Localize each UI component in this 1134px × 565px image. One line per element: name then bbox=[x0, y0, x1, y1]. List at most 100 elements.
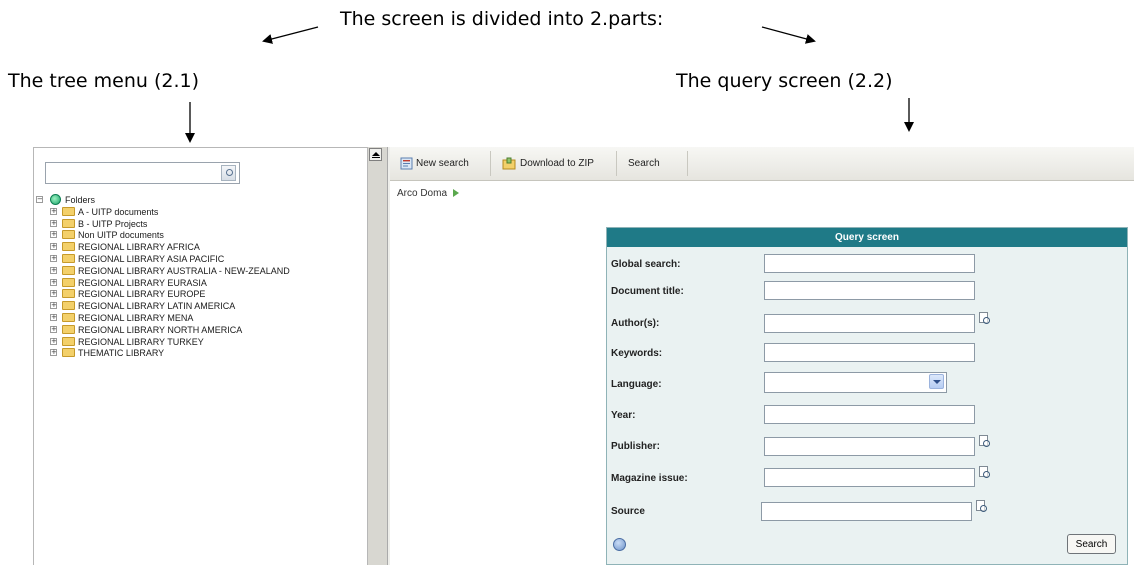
year-label: Year: bbox=[611, 410, 636, 421]
breadcrumb-arrow-icon[interactable] bbox=[453, 189, 460, 197]
expand-icon[interactable]: + bbox=[50, 207, 57, 215]
new-search-icon bbox=[400, 157, 413, 170]
tree-menu-pane: − Folders + A - UITP documents + B - UIT… bbox=[33, 147, 368, 565]
source-input[interactable] bbox=[761, 502, 972, 521]
publisher-input[interactable] bbox=[764, 437, 975, 456]
expand-icon[interactable]: + bbox=[50, 302, 57, 310]
expand-icon[interactable]: + bbox=[50, 337, 57, 345]
global-search-input[interactable] bbox=[764, 254, 975, 273]
authors-lookup-icon[interactable] bbox=[978, 312, 992, 326]
folder-icon bbox=[62, 206, 75, 216]
folder-icon bbox=[62, 277, 75, 287]
tree-item-label: REGIONAL LIBRARY LATIN AMERICA bbox=[78, 301, 236, 312]
tree-item-label: REGIONAL LIBRARY NORTH AMERICA bbox=[78, 324, 243, 335]
tree-item[interactable]: + REGIONAL LIBRARY AUSTRALIA - NEW-ZEALA… bbox=[36, 265, 366, 277]
magazine-issue-label: Magazine issue: bbox=[611, 473, 688, 484]
dropdown-arrow-icon[interactable] bbox=[929, 374, 944, 389]
keywords-input[interactable] bbox=[764, 343, 975, 362]
query-screen-caption: The query screen (2.2) bbox=[676, 70, 893, 92]
toolbar: New search Download to ZIP Search bbox=[390, 147, 1134, 181]
tree-item[interactable]: + THEMATIC LIBRARY bbox=[36, 347, 366, 359]
expand-icon[interactable]: + bbox=[50, 325, 57, 333]
folder-icon bbox=[62, 218, 75, 228]
download-zip-label: Download to ZIP bbox=[520, 158, 594, 169]
intro-caption: The screen is divided into 2.parts: bbox=[340, 8, 664, 30]
expand-icon[interactable]: + bbox=[50, 349, 57, 357]
arrow-right-icon bbox=[761, 26, 816, 44]
arrow-left-icon bbox=[262, 26, 319, 44]
tree-item-label: A - UITP documents bbox=[78, 206, 159, 217]
folder-icon bbox=[62, 242, 75, 252]
tree-item[interactable]: + REGIONAL LIBRARY EURASIA bbox=[36, 277, 366, 289]
collapse-pane-button[interactable] bbox=[369, 148, 382, 161]
magazine-issue-lookup-icon[interactable] bbox=[978, 466, 992, 480]
tree-item-label: REGIONAL LIBRARY MENA bbox=[78, 312, 194, 323]
tree-root-label: Folders bbox=[65, 195, 96, 205]
folder-tree: − Folders + A - UITP documents + B - UIT… bbox=[36, 194, 366, 359]
folder-icon bbox=[62, 301, 75, 311]
query-screen-title: Query screen bbox=[607, 228, 1127, 247]
tree-item[interactable]: + REGIONAL LIBRARY AFRICA bbox=[36, 241, 366, 253]
document-title-input[interactable] bbox=[764, 281, 975, 300]
folder-icon bbox=[62, 324, 75, 334]
folder-icon bbox=[62, 348, 75, 358]
expand-icon[interactable]: + bbox=[50, 243, 57, 251]
authors-label: Author(s): bbox=[611, 318, 660, 329]
expand-icon[interactable]: + bbox=[50, 313, 57, 321]
language-select[interactable] bbox=[764, 372, 947, 393]
folder-icon bbox=[62, 289, 75, 299]
tree-item[interactable]: + REGIONAL LIBRARY MENA bbox=[36, 312, 366, 324]
magazine-issue-input[interactable] bbox=[764, 468, 975, 487]
pane-splitter[interactable] bbox=[368, 147, 389, 565]
tree-item-label: Non UITP documents bbox=[78, 230, 164, 241]
publisher-label: Publisher: bbox=[611, 441, 660, 452]
expand-icon[interactable]: + bbox=[50, 231, 57, 239]
collapse-icon[interactable]: − bbox=[36, 196, 43, 203]
tree-item-label: REGIONAL LIBRARY ASIA PACIFIC bbox=[78, 253, 225, 264]
expand-icon[interactable]: + bbox=[50, 278, 57, 286]
search-toolbar-button[interactable]: Search bbox=[628, 156, 668, 172]
tree-item-label: REGIONAL LIBRARY TURKEY bbox=[78, 336, 204, 347]
tree-menu-caption: The tree menu (2.1) bbox=[8, 70, 200, 92]
tree-root[interactable]: − Folders bbox=[36, 194, 366, 206]
folder-icon bbox=[62, 253, 75, 263]
tree-item-label: REGIONAL LIBRARY EUROPE bbox=[78, 289, 206, 300]
folder-icon bbox=[62, 230, 75, 240]
toolbar-separator bbox=[490, 151, 491, 176]
search-button[interactable]: Search bbox=[1067, 534, 1116, 554]
tree-item[interactable]: + A - UITP documents bbox=[36, 206, 366, 218]
tree-item[interactable]: + REGIONAL LIBRARY NORTH AMERICA bbox=[36, 324, 366, 336]
source-lookup-icon[interactable] bbox=[975, 500, 989, 514]
tree-item-label: B - UITP Projects bbox=[78, 218, 148, 229]
new-search-button[interactable]: New search bbox=[400, 156, 480, 172]
tree-item-label: REGIONAL LIBRARY AFRICA bbox=[78, 242, 200, 253]
publisher-lookup-icon[interactable] bbox=[978, 435, 992, 449]
tree-item[interactable]: + REGIONAL LIBRARY ASIA PACIFIC bbox=[36, 253, 366, 265]
breadcrumb-label[interactable]: Arco Doma bbox=[397, 188, 447, 199]
tree-search-button[interactable] bbox=[221, 165, 236, 181]
year-input[interactable] bbox=[764, 405, 975, 424]
tree-item[interactable]: + REGIONAL LIBRARY EUROPE bbox=[36, 288, 366, 300]
new-search-label: New search bbox=[416, 158, 469, 169]
tree-item[interactable]: + REGIONAL LIBRARY LATIN AMERICA bbox=[36, 300, 366, 312]
expand-icon[interactable]: + bbox=[50, 290, 57, 298]
language-label: Language: bbox=[611, 379, 662, 390]
folder-icon bbox=[62, 312, 75, 322]
download-zip-button[interactable]: Download to ZIP bbox=[502, 156, 614, 172]
authors-input[interactable] bbox=[764, 314, 975, 333]
query-pane: New search Download to ZIP Search Arco D… bbox=[390, 147, 1134, 565]
toolbar-separator bbox=[616, 151, 617, 176]
tree-item-label: REGIONAL LIBRARY EURASIA bbox=[78, 277, 207, 288]
tree-item[interactable]: + Non UITP documents bbox=[36, 229, 366, 241]
tree-item[interactable]: + REGIONAL LIBRARY TURKEY bbox=[36, 336, 366, 348]
breadcrumb: Arco Doma bbox=[397, 188, 460, 199]
help-icon[interactable] bbox=[613, 538, 626, 551]
expand-icon[interactable]: + bbox=[50, 266, 57, 274]
tree-item[interactable]: + B - UITP Projects bbox=[36, 218, 366, 230]
expand-icon[interactable]: + bbox=[50, 254, 57, 262]
query-screen-panel: Query screen Global search: Document tit… bbox=[606, 227, 1128, 565]
expand-icon[interactable]: + bbox=[50, 219, 57, 227]
tree-search-input[interactable] bbox=[48, 165, 198, 181]
toolbar-separator bbox=[687, 151, 688, 176]
source-label: Source bbox=[611, 506, 645, 517]
